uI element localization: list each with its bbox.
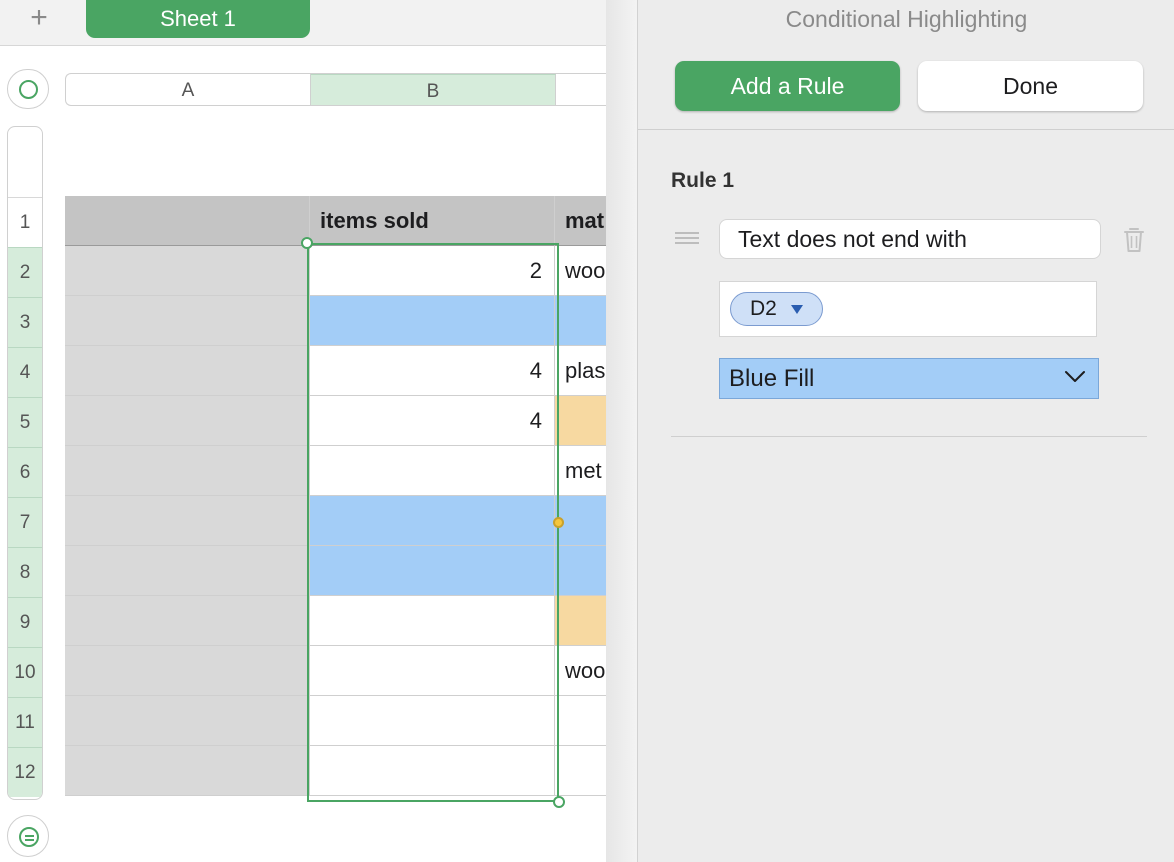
cell-reference-token[interactable]: D2: [730, 292, 823, 326]
table-cell-c6[interactable]: met: [555, 446, 607, 496]
row-header-5[interactable]: 5: [8, 397, 42, 447]
row-header-4[interactable]: 4: [8, 347, 42, 397]
table-cell-a6[interactable]: [65, 446, 310, 496]
select-all-button[interactable]: [7, 69, 49, 109]
panel-toolbar: Add a Rule Done: [638, 46, 1174, 130]
column-header-a[interactable]: A: [66, 74, 311, 105]
panel-title: Conditional Highlighting: [785, 6, 1028, 32]
column-header-c[interactable]: [556, 74, 607, 105]
row-header-6[interactable]: 6: [8, 447, 42, 497]
trash-icon[interactable]: [1122, 226, 1146, 254]
row-header-11[interactable]: 11: [8, 697, 42, 747]
highlight-style-select[interactable]: Blue Fill: [719, 358, 1099, 399]
add-row-icon: [19, 827, 39, 847]
table-cell-a12[interactable]: [65, 746, 310, 796]
row-header-9[interactable]: 9: [8, 597, 42, 647]
row-header-2[interactable]: 2: [8, 247, 42, 297]
triangle-down-icon: [791, 305, 803, 314]
table-cell-c12[interactable]: [555, 746, 607, 796]
table-cell-c3[interactable]: [555, 296, 607, 346]
table-cell-a11[interactable]: [65, 696, 310, 746]
done-button[interactable]: Done: [918, 61, 1143, 111]
add-rule-button[interactable]: Add a Rule: [675, 61, 900, 111]
selection-handle-top[interactable]: [301, 237, 313, 249]
row-header-7[interactable]: 7: [8, 497, 42, 547]
column-header-b[interactable]: B: [311, 74, 556, 105]
table-cell-a8[interactable]: [65, 546, 310, 596]
table-cell-c9[interactable]: [555, 596, 607, 646]
row-header-bar: 1 2 3 4 5 6 7 8 9 10 11 12: [7, 126, 43, 800]
table-cell-a7[interactable]: [65, 496, 310, 546]
drag-handle-icon[interactable]: [675, 232, 701, 246]
table-cell-c4[interactable]: plas: [555, 346, 607, 396]
highlight-style-label: Blue Fill: [729, 365, 815, 392]
table-cell-c10[interactable]: woo: [555, 646, 607, 696]
table-cell-c1[interactable]: mat: [555, 196, 607, 246]
rule-condition-select[interactable]: Text does not end with: [719, 219, 1101, 259]
table-cell-c2[interactable]: woo: [555, 246, 607, 296]
table-cell-b12[interactable]: [310, 746, 555, 796]
table-cell-a5[interactable]: [65, 396, 310, 446]
selection-handle-middle[interactable]: [553, 517, 564, 528]
table-cell-c5[interactable]: [555, 396, 607, 446]
table-cell-a2[interactable]: [65, 246, 310, 296]
table-cell-b4[interactable]: 4: [310, 346, 555, 396]
rule-value-field[interactable]: D2: [719, 281, 1097, 337]
table-cell-b5[interactable]: 4: [310, 396, 555, 446]
table-cell-b3[interactable]: [310, 296, 555, 346]
row-header-10[interactable]: 10: [8, 647, 42, 697]
table-cell-b7[interactable]: [310, 496, 555, 546]
table-cell-b11[interactable]: [310, 696, 555, 746]
panel-divider: [606, 0, 638, 862]
table-cell-a1[interactable]: [65, 196, 310, 246]
chevron-down-icon: [1065, 371, 1085, 382]
table-cell-a9[interactable]: [65, 596, 310, 646]
row-header-1[interactable]: 1: [8, 197, 42, 247]
table-cell-a4[interactable]: [65, 346, 310, 396]
table-cell-b8[interactable]: [310, 546, 555, 596]
table-cell-a10[interactable]: [65, 646, 310, 696]
plus-icon[interactable]: +: [24, 3, 54, 34]
selection-handle-bottom[interactable]: [553, 796, 565, 808]
rule-title: Rule 1: [671, 169, 735, 192]
table-cell-b10[interactable]: [310, 646, 555, 696]
conditional-highlighting-panel: Conditional Highlighting Add a Rule Done…: [637, 0, 1174, 862]
table-cell-b2[interactable]: 2: [310, 246, 555, 296]
table-cell-b6[interactable]: [310, 446, 555, 496]
column-header-bar: A B: [65, 73, 607, 106]
cell-reference-label: D2: [750, 297, 777, 320]
table-cell-b9[interactable]: [310, 596, 555, 646]
table-cell-b1[interactable]: items sold: [310, 196, 555, 246]
rule-divider: [671, 436, 1147, 437]
table-cell-c11[interactable]: [555, 696, 607, 746]
row-header-12[interactable]: 12: [8, 747, 42, 797]
add-row-button[interactable]: [7, 815, 49, 857]
tab-sheet-1[interactable]: Sheet 1: [86, 0, 310, 38]
row-header-8[interactable]: 8: [8, 547, 42, 597]
spreadsheet-table: items sold mat 2 woo 4 plas 4 met woo: [65, 196, 607, 800]
table-cell-c8[interactable]: [555, 546, 607, 596]
select-all-icon: [19, 80, 38, 99]
table-cell-a3[interactable]: [65, 296, 310, 346]
sheet-tab-bar: + Sheet 1: [0, 0, 607, 46]
row-header-3[interactable]: 3: [8, 297, 42, 347]
